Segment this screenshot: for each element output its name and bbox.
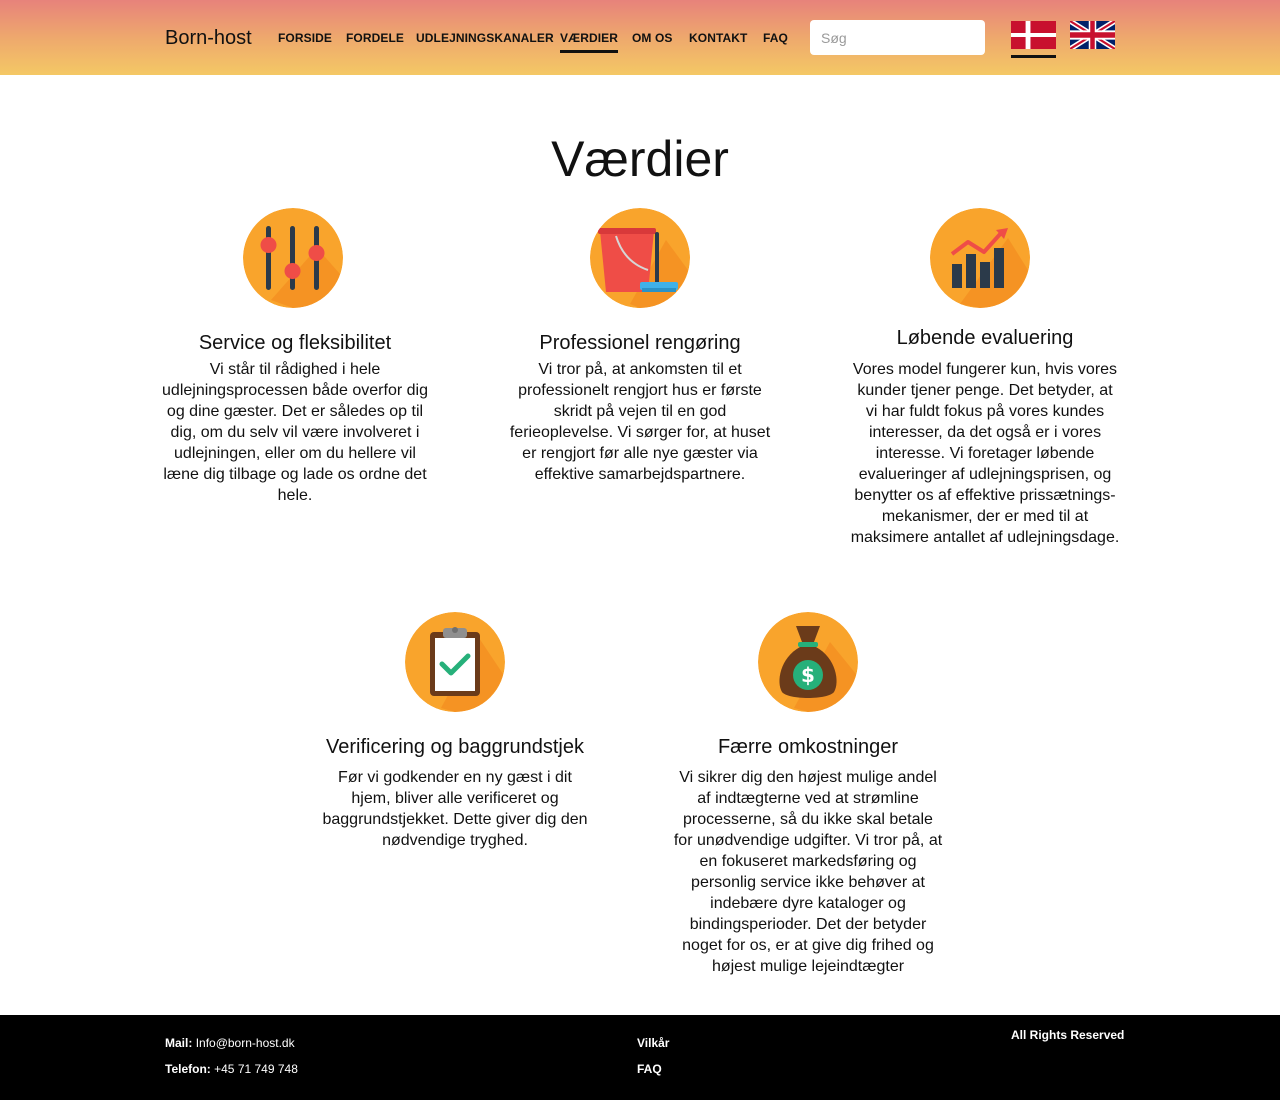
footer-link-terms[interactable]: Vilkår — [637, 1036, 669, 1050]
site-footer: Mail: Info@born-host.dk Telefon: +45 71 … — [0, 1015, 1280, 1100]
phone-label: Telefon: — [165, 1062, 211, 1076]
clipboard-check-icon — [405, 612, 505, 712]
active-language-indicator — [1011, 55, 1056, 58]
footer-phone: Telefon: +45 71 749 748 — [165, 1062, 298, 1076]
card-text: Vores model fungerer kun, hvis vores kun… — [850, 361, 1120, 546]
money-bag-icon: $ — [758, 612, 858, 712]
nav-item-forside[interactable]: FORSIDE — [278, 31, 332, 45]
sliders-icon — [243, 208, 343, 308]
value-card-verification: Verificering og baggrundstjek Før vi god… — [320, 612, 590, 872]
search-input[interactable] — [810, 20, 985, 55]
card-text: Før vi godkender en ny gæst i dit hjem, … — [322, 769, 588, 849]
site-logo[interactable]: Born-host — [165, 27, 252, 50]
card-text: Vi står til rådighed i hele udlejningspr… — [162, 361, 428, 504]
card-title: Færre omkostninger — [717, 736, 899, 758]
danish-flag-icon[interactable] — [1011, 21, 1056, 49]
card-text: Vi tror på, at ankomsten til et professi… — [509, 361, 771, 483]
value-card-evaluation: Løbende evaluering Vores model fungerer … — [850, 208, 1120, 578]
bucket-mop-icon — [590, 208, 690, 308]
card-title: Løbende evaluering — [896, 327, 1074, 349]
mail-link[interactable]: Info@born-host.dk — [196, 1036, 295, 1050]
phone-link[interactable]: +45 71 749 748 — [214, 1062, 298, 1076]
card-title: Professionel rengøring — [539, 332, 741, 354]
svg-text:$: $ — [801, 663, 815, 687]
value-card-service: Service og fleksibilitet Vi står til råd… — [160, 208, 430, 508]
value-card-costs: $ Færre omkostninger Vi sikrer dig den h… — [673, 612, 943, 982]
uk-flag-icon[interactable] — [1070, 21, 1115, 49]
value-card-cleaning: Professionel rengøring Vi tror på, at an… — [505, 208, 775, 508]
footer-mail: Mail: Info@born-host.dk — [165, 1036, 295, 1050]
nav-item-fordele[interactable]: FORDELE — [346, 31, 404, 45]
card-text: Vi sikrer dig den højest mulige andel af… — [673, 769, 943, 975]
nav-item-faq[interactable]: FAQ — [763, 31, 788, 45]
footer-rights: All Rights Reserved — [1011, 1028, 1125, 1042]
nav-item-vaerdier[interactable]: VÆRDIER — [560, 31, 619, 53]
nav-item-kontakt[interactable]: KONTAKT — [689, 31, 747, 45]
nav-item-om-os[interactable]: OM OS — [632, 31, 673, 45]
card-title: Verificering og baggrundstjek — [326, 736, 584, 758]
page-title: Værdier — [551, 131, 729, 187]
growth-chart-icon — [930, 208, 1030, 308]
footer-link-faq[interactable]: FAQ — [637, 1062, 662, 1076]
nav-item-udlejningskanaler[interactable]: UDLEJNINGSKANALER — [416, 31, 554, 45]
mail-label: Mail: — [165, 1036, 193, 1050]
card-title: Service og fleksibilitet — [198, 332, 392, 354]
site-header: Born-host FORSIDE FORDELE UDLEJNINGSKANA… — [0, 0, 1280, 75]
